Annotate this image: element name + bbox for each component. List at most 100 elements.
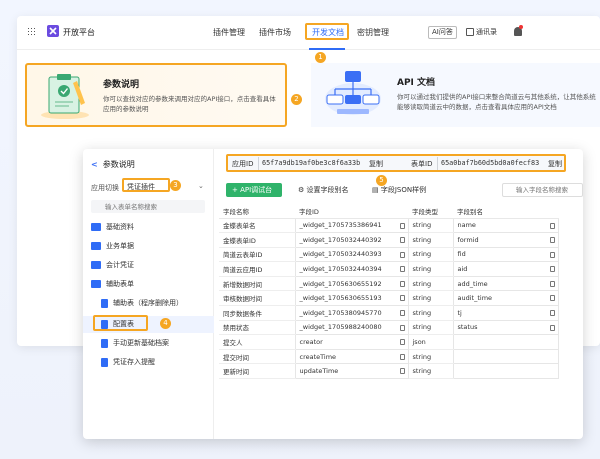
field-name-cell: 提交人 bbox=[219, 334, 295, 350]
app-title: 开放平台 bbox=[63, 28, 95, 37]
table-row: 同步数据条件 _widget_1705380945770 string tj bbox=[219, 305, 559, 321]
field-id-cell-text: _widget_1705032440393 bbox=[299, 250, 382, 259]
copy-app-id-button[interactable]: 复制 bbox=[369, 159, 383, 169]
ai-qa-button[interactable]: AI问答 bbox=[428, 26, 457, 39]
copy-icon[interactable] bbox=[399, 222, 405, 229]
field-search-input[interactable] bbox=[502, 183, 583, 197]
copy-icon[interactable] bbox=[399, 324, 405, 331]
field-type-cell: string bbox=[408, 232, 453, 248]
table-row: 简道云应用ID _widget_1705032440394 string aid bbox=[219, 261, 559, 277]
field-alias-cell-text: name bbox=[457, 221, 476, 230]
tree-folder-voucher[interactable]: 会计凭证 bbox=[91, 258, 134, 272]
tree-label: 会计凭证 bbox=[106, 261, 134, 269]
field-id-cell: createTime bbox=[294, 348, 409, 365]
field-alias-cell: status bbox=[452, 319, 559, 336]
table-row: 提交时间 createTime string bbox=[219, 348, 559, 365]
copy-icon[interactable] bbox=[549, 237, 555, 244]
field-id-cell: _widget_1705032440393 bbox=[294, 246, 409, 263]
field-id-cell-text: creator bbox=[299, 338, 323, 347]
field-id-cell-text: _widget_1705032440392 bbox=[299, 235, 382, 244]
copy-icon[interactable] bbox=[549, 295, 555, 302]
step-badge-5: 5 bbox=[376, 175, 387, 186]
field-name-cell-text: 金蝶表单名 bbox=[223, 222, 256, 231]
copy-icon[interactable] bbox=[399, 237, 405, 244]
nav-dev-docs[interactable]: 开发文档 bbox=[305, 23, 349, 40]
field-id-cell: _widget_1705032440394 bbox=[294, 261, 409, 277]
field-id-cell: _widget_1705630655192 bbox=[294, 275, 409, 292]
nav-plugin-market[interactable]: 插件市场 bbox=[259, 27, 291, 38]
field-alias-cell: audit_time bbox=[452, 290, 559, 307]
col-header-id: 字段ID bbox=[295, 204, 408, 219]
field-name-cell-text: 提交人 bbox=[223, 339, 243, 348]
copy-icon[interactable] bbox=[399, 280, 405, 287]
clipboard-illustration-icon bbox=[41, 74, 89, 119]
param-doc-card[interactable]: 参数说明 你可以查找对应的参数来调用对应的API接口，点击查看具体应用的参数说明 bbox=[25, 63, 287, 127]
api-doc-title: API 文档 bbox=[397, 78, 436, 88]
copy-icon[interactable] bbox=[399, 251, 405, 258]
copy-icon[interactable] bbox=[399, 266, 405, 273]
tree-folder-basic[interactable]: 基础资料 bbox=[91, 220, 134, 234]
contacts-link[interactable]: 通讯录 bbox=[466, 27, 497, 37]
set-alias-button[interactable]: ⚙ 设置字段别名 bbox=[298, 185, 349, 195]
field-alias-cell-text: formid bbox=[457, 235, 479, 244]
copy-icon[interactable] bbox=[549, 266, 555, 273]
field-type-cell: string bbox=[408, 276, 453, 292]
json-sample-button[interactable]: ▤ 字段JSON样例 bbox=[372, 185, 426, 195]
field-id-cell-text: _widget_1705735386941 bbox=[299, 221, 382, 230]
copy-icon[interactable] bbox=[549, 251, 555, 258]
field-name-cell-text: 新增数据时间 bbox=[223, 280, 262, 289]
field-id-cell: _widget_1705988240080 bbox=[294, 319, 409, 336]
field-toolbar: + API调试台 ⚙ 设置字段别名 ▤ 字段JSON样例 bbox=[226, 183, 583, 199]
nav-key-manage[interactable]: 密钥管理 bbox=[357, 27, 389, 38]
copy-icon[interactable] bbox=[549, 324, 555, 331]
form-sidebar: < 参数说明 应用切换 凭证插件 ⌄ 基础资料 业务单据 会计凭证 辅助表单 辅助… bbox=[83, 149, 214, 439]
field-type-cell-text: string bbox=[412, 235, 432, 244]
tree-folder-business[interactable]: 业务单据 bbox=[91, 239, 134, 253]
param-doc-desc: 你可以查找对应的参数来调用对应的API接口，点击查看具体应用的参数说明 bbox=[103, 95, 276, 113]
contacts-icon bbox=[466, 28, 474, 36]
copy-icon[interactable] bbox=[399, 295, 405, 302]
step-badge-2: 2 bbox=[291, 94, 302, 105]
field-type-cell: string bbox=[408, 349, 453, 365]
field-type-cell: string bbox=[408, 261, 453, 277]
field-name-cell-text: 简道云应用ID bbox=[223, 266, 263, 275]
field-alias-cell-text: aid bbox=[457, 265, 468, 274]
back-button[interactable]: < 参数说明 bbox=[91, 159, 135, 170]
field-table: 字段名称 字段ID 字段类型 字段别名 金蝶表单名 _widget_1705735… bbox=[219, 204, 559, 380]
field-name-cell: 金蝶表单名 bbox=[219, 218, 295, 234]
form-doc-icon bbox=[101, 338, 108, 348]
tree-folder-aux[interactable]: 辅助表单 bbox=[91, 277, 134, 291]
tree-form-aux-delete[interactable]: 辅助表（程序删除用） bbox=[101, 296, 183, 310]
field-name-cell-text: 简道云表单ID bbox=[223, 251, 263, 260]
tree-form-manual-update[interactable]: 手动更新基础档案 bbox=[101, 336, 169, 350]
app-switch-select[interactable]: 凭证插件 bbox=[122, 178, 170, 192]
contacts-label: 通讯录 bbox=[476, 28, 497, 36]
table-row: 审核数据时间 _widget_1705630655193 string audit_t… bbox=[219, 290, 559, 307]
form-id-label: 表单ID bbox=[411, 160, 433, 168]
copy-icon[interactable] bbox=[549, 310, 555, 317]
app-grid-icon[interactable] bbox=[27, 27, 36, 36]
chevron-down-icon[interactable]: ⌄ bbox=[198, 182, 204, 190]
field-name-cell: 简道云应用ID bbox=[219, 261, 295, 277]
field-type-cell-text: string bbox=[412, 279, 432, 288]
copy-icon[interactable] bbox=[549, 280, 555, 287]
field-alias-cell: add_time bbox=[452, 275, 559, 292]
tree-form-voucher-remind[interactable]: 凭证存入提醒 bbox=[101, 355, 155, 369]
copy-form-id-button[interactable]: 复制 bbox=[548, 159, 562, 169]
api-doc-card[interactable]: API 文档 你可以通过我们提供的API接口来整合简道云与其他系统，让其他系统能… bbox=[311, 63, 600, 127]
copy-icon[interactable] bbox=[399, 339, 405, 346]
field-alias-cell-text: audit_time bbox=[457, 294, 493, 303]
copy-icon[interactable] bbox=[399, 310, 405, 317]
tree-label: 基础资料 bbox=[106, 223, 134, 231]
copy-icon[interactable] bbox=[399, 353, 405, 360]
field-name-cell: 简道云表单ID bbox=[219, 247, 295, 263]
field-name-cell: 审核数据时间 bbox=[219, 290, 295, 307]
nav-plugin-manage[interactable]: 插件管理 bbox=[213, 27, 245, 38]
field-type-cell: string bbox=[408, 290, 453, 307]
copy-icon[interactable] bbox=[399, 368, 405, 375]
copy-icon[interactable] bbox=[549, 222, 555, 229]
notification-dot bbox=[519, 25, 523, 29]
field-alias-cell-text: status bbox=[457, 323, 478, 332]
form-search-input[interactable] bbox=[91, 200, 205, 213]
api-test-button[interactable]: + API调试台 bbox=[226, 183, 282, 197]
